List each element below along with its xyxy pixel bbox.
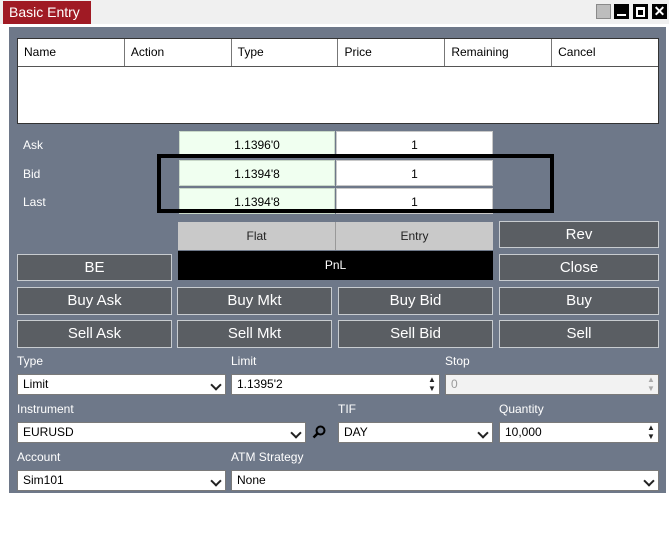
buy-mkt-button[interactable]: Buy Mkt [177, 287, 332, 315]
position-entry: Entry [400, 229, 429, 243]
orders-table: Name Action Type Price Remaining Cancel [17, 38, 659, 124]
bid-last-highlight [157, 154, 554, 213]
sell-ask-button[interactable]: Sell Ask [17, 320, 172, 348]
instrument-value: EURUSD [23, 425, 74, 439]
atm-strategy-label: ATM Strategy [231, 450, 304, 464]
limit-price-input[interactable]: 1.1395'2 ▲ ▼ [231, 374, 440, 395]
position-flat: Flat [178, 222, 336, 250]
title-bar: Basic Entry ✕ [0, 0, 669, 24]
sell-button[interactable]: Sell [499, 320, 659, 348]
minimize-icon[interactable] [614, 4, 629, 19]
window-title: Basic Entry [3, 1, 91, 24]
column-name[interactable]: Name [18, 39, 125, 66]
buy-bid-button[interactable]: Buy Bid [338, 287, 493, 315]
tif-value: DAY [344, 425, 368, 439]
be-button[interactable]: BE [17, 254, 172, 281]
account-select[interactable]: Sim101 [17, 470, 226, 491]
last-label: Last [23, 195, 46, 209]
column-action[interactable]: Action [125, 39, 232, 66]
close-icon[interactable]: ✕ [652, 4, 667, 19]
pnl-display: PnL [178, 251, 493, 280]
column-price[interactable]: Price [338, 39, 446, 66]
type-label: Type [17, 354, 44, 368]
atm-strategy-select[interactable]: None [231, 470, 659, 491]
buy-button[interactable]: Buy [499, 287, 659, 315]
orders-table-header: Name Action Type Price Remaining Cancel [18, 39, 658, 67]
search-icon[interactable] [312, 425, 326, 439]
quantity-value: 10,000 [505, 425, 542, 439]
stop-price-input: 0 ▲ ▼ [445, 374, 659, 395]
account-label: Account [17, 450, 61, 464]
ask-label: Ask [23, 138, 44, 152]
window-option-button[interactable] [596, 4, 611, 19]
position-header: Flat Entry [178, 222, 493, 250]
tif-select[interactable]: DAY [338, 422, 493, 443]
instrument-label: Instrument [17, 402, 74, 416]
quantity-stepper[interactable]: 10,000 ▲ ▼ [499, 422, 659, 443]
spinner-icon[interactable]: ▲ ▼ [427, 375, 437, 394]
atm-strategy-value: None [237, 473, 266, 487]
chevron-down-icon[interactable] [290, 424, 302, 441]
column-remaining[interactable]: Remaining [445, 39, 553, 66]
chevron-down-icon[interactable] [643, 472, 655, 489]
chevron-down-icon[interactable] [477, 424, 489, 441]
chevron-down-icon[interactable] [210, 472, 222, 489]
stop-value: 0 [451, 377, 458, 391]
account-value: Sim101 [23, 473, 64, 487]
type-value: Limit [23, 377, 49, 391]
column-type[interactable]: Type [232, 39, 339, 66]
rev-button[interactable]: Rev [499, 221, 659, 248]
column-cancel[interactable]: Cancel [552, 39, 658, 66]
spinner-icon[interactable]: ▲ ▼ [646, 423, 656, 442]
tif-label: TIF [338, 402, 356, 416]
bid-label: Bid [23, 167, 41, 181]
buy-ask-button[interactable]: Buy Ask [17, 287, 172, 315]
sell-bid-button[interactable]: Sell Bid [338, 320, 493, 348]
instrument-select[interactable]: EURUSD [17, 422, 306, 443]
limit-label: Limit [231, 354, 257, 368]
limit-value: 1.1395'2 [237, 377, 283, 391]
chevron-down-icon[interactable] [210, 376, 222, 393]
quantity-label: Quantity [499, 402, 544, 416]
stop-label: Stop [445, 354, 470, 368]
type-select[interactable]: Limit [17, 374, 226, 395]
maximize-icon[interactable] [633, 4, 648, 19]
close-position-button[interactable]: Close [499, 254, 659, 281]
sell-mkt-button[interactable]: Sell Mkt [177, 320, 332, 348]
spinner-icon: ▲ ▼ [647, 375, 655, 393]
